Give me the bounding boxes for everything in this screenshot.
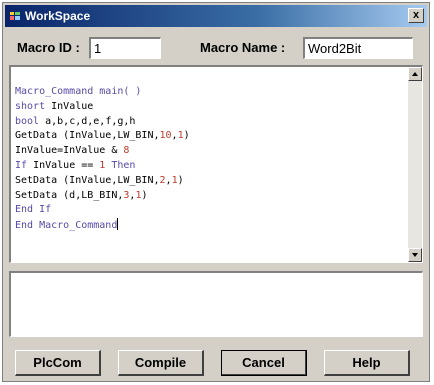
code-line: SetData (d,LB_BIN,3,1) [15,189,148,201]
macro-id-input[interactable]: 1 [89,37,161,59]
close-button[interactable]: x [408,8,424,23]
workspace-window: WorkSpace x Macro ID : 1 Macro Name : Wo… [2,2,430,382]
code-line: GetData (InValue,LW_BIN,10,1) [15,130,190,142]
output-pane[interactable] [9,271,423,337]
compile-button[interactable]: Compile [118,350,204,376]
close-icon: x [412,9,420,21]
code-line: bool a,b,c,d,e,f,g,h [15,115,136,127]
code-line: InValue=InValue & 8 [15,145,130,157]
code-line: If InValue == 1 Then [15,159,136,171]
cancel-button[interactable]: Cancel [221,350,307,376]
code-line: End If [15,204,52,216]
code-line: SetData (InValue,LW_BIN,2,1) [15,174,184,186]
code-line: Macro_Command main( ) [15,86,142,97]
title-bar[interactable]: WorkSpace x [5,5,427,27]
help-button[interactable]: Help [324,350,410,376]
code-line: short InValue [15,100,94,112]
arrow-up-icon [412,72,418,76]
scroll-down-button[interactable] [408,248,422,262]
macro-id-label: Macro ID : [17,40,80,55]
arrow-down-icon [412,253,418,257]
app-icon [9,10,21,22]
scroll-up-button[interactable] [408,67,422,81]
plccom-button[interactable]: PlcCom [15,350,101,376]
code-editor[interactable]: Macro_Command main( ) short InValue bool… [9,65,423,263]
editor-scrollbar[interactable] [408,67,422,262]
text-cursor [117,218,119,231]
macro-name-label: Macro Name : [200,40,286,55]
macro-name-input[interactable]: Word2Bit [303,37,413,59]
code-text[interactable]: Macro_Command main( ) short InValue bool… [15,85,190,234]
window-title: WorkSpace [25,9,91,23]
code-line: End Macro_Command [15,218,119,232]
